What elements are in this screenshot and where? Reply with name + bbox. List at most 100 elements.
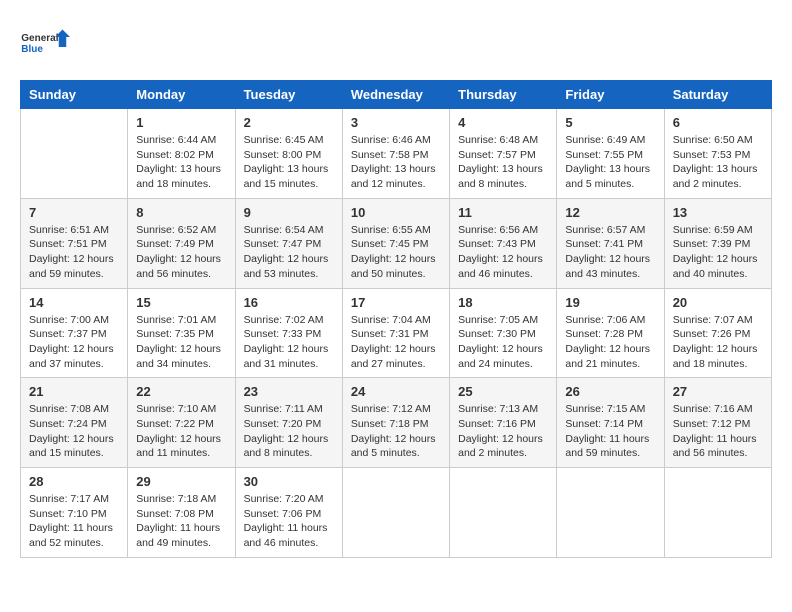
day-number: 25: [458, 384, 548, 399]
day-number: 10: [351, 205, 441, 220]
calendar-cell: 12Sunrise: 6:57 AMSunset: 7:41 PMDayligh…: [557, 198, 664, 288]
day-number: 22: [136, 384, 226, 399]
day-info: Sunrise: 7:11 AMSunset: 7:20 PMDaylight:…: [244, 402, 334, 461]
page-header: General Blue: [20, 20, 772, 64]
day-of-week-header: Wednesday: [342, 81, 449, 109]
day-info: Sunrise: 6:49 AMSunset: 7:55 PMDaylight:…: [565, 133, 655, 192]
calendar-table: SundayMondayTuesdayWednesdayThursdayFrid…: [20, 80, 772, 558]
calendar-cell: 18 Sunrise: 7:05 AMSunset: 7:30 PMDayligh…: [450, 288, 557, 378]
day-number: 20: [673, 295, 763, 310]
calendar-cell: 19 Sunrise: 7:06 AMSunset: 7:28 PMDayligh…: [557, 288, 664, 378]
logo: General Blue: [20, 20, 70, 64]
day-info: Sunrise: 6:50 AMSunset: 7:53 PMDaylight:…: [673, 133, 763, 192]
day-number: 30: [244, 474, 334, 489]
calendar-cell: 22Sunrise: 7:10 AMSunset: 7:22 PMDayligh…: [128, 378, 235, 468]
day-info: Sunrise: 7:06 AMSunset: 7:28 PMDaylight:…: [565, 313, 655, 372]
day-number: 14: [29, 295, 119, 310]
day-info: Sunrise: 6:45 AMSunset: 8:00 PMDaylight:…: [244, 133, 334, 192]
day-info: Sunrise: 6:56 AMSunset: 7:43 PMDaylight:…: [458, 223, 548, 282]
day-info: Sunrise: 7:18 AMSunset: 7:08 PMDaylight:…: [136, 492, 226, 551]
day-number: 27: [673, 384, 763, 399]
calendar-cell: 25 Sunrise: 7:13 AMSunset: 7:16 PMDayligh…: [450, 378, 557, 468]
calendar-cell: 30 Sunrise: 7:20 AMSunset: 7:06 PMDayligh…: [235, 468, 342, 558]
day-number: 17: [351, 295, 441, 310]
day-info: Sunrise: 7:04 AMSunset: 7:31 PMDaylight:…: [351, 313, 441, 372]
day-number: 23: [244, 384, 334, 399]
day-number: 24: [351, 384, 441, 399]
day-of-week-header: Thursday: [450, 81, 557, 109]
day-info: Sunrise: 7:17 AMSunset: 7:10 PMDaylight:…: [29, 492, 119, 551]
day-number: 4: [458, 115, 548, 130]
day-info: Sunrise: 7:20 AMSunset: 7:06 PMDaylight:…: [244, 492, 334, 551]
day-number: 8: [136, 205, 226, 220]
day-number: 11: [458, 205, 548, 220]
calendar-cell: 26 Sunrise: 7:15 AMSunset: 7:14 PMDayligh…: [557, 378, 664, 468]
day-number: 15: [136, 295, 226, 310]
day-info: Sunrise: 6:55 AMSunset: 7:45 PMDaylight:…: [351, 223, 441, 282]
calendar-cell: 3 Sunrise: 6:46 AMSunset: 7:58 PMDaylight…: [342, 109, 449, 199]
day-number: 18: [458, 295, 548, 310]
day-info: Sunrise: 7:13 AMSunset: 7:16 PMDaylight:…: [458, 402, 548, 461]
calendar-cell: 21 Sunrise: 7:08 AMSunset: 7:24 PMDayligh…: [21, 378, 128, 468]
day-info: Sunrise: 7:02 AMSunset: 7:33 PMDaylight:…: [244, 313, 334, 372]
day-number: 21: [29, 384, 119, 399]
day-number: 3: [351, 115, 441, 130]
day-number: 13: [673, 205, 763, 220]
day-number: 28: [29, 474, 119, 489]
day-info: Sunrise: 6:46 AMSunset: 7:58 PMDaylight:…: [351, 133, 441, 192]
day-of-week-header: Saturday: [664, 81, 771, 109]
day-info: Sunrise: 7:12 AMSunset: 7:18 PMDaylight:…: [351, 402, 441, 461]
calendar-cell: 20 Sunrise: 7:07 AMSunset: 7:26 PMDayligh…: [664, 288, 771, 378]
calendar-week-row: 28 Sunrise: 7:17 AMSunset: 7:10 PMDayligh…: [21, 468, 772, 558]
day-info: Sunrise: 6:52 AMSunset: 7:49 PMDaylight:…: [136, 223, 226, 282]
calendar-cell: 10 Sunrise: 6:55 AMSunset: 7:45 PMDayligh…: [342, 198, 449, 288]
day-number: 9: [244, 205, 334, 220]
day-info: Sunrise: 6:54 AMSunset: 7:47 PMDaylight:…: [244, 223, 334, 282]
calendar-cell: [450, 468, 557, 558]
calendar-week-row: 21 Sunrise: 7:08 AMSunset: 7:24 PMDayligh…: [21, 378, 772, 468]
day-info: Sunrise: 7:08 AMSunset: 7:24 PMDaylight:…: [29, 402, 119, 461]
calendar-cell: 16 Sunrise: 7:02 AMSunset: 7:33 PMDayligh…: [235, 288, 342, 378]
day-number: 26: [565, 384, 655, 399]
day-number: 5: [565, 115, 655, 130]
calendar-cell: [664, 468, 771, 558]
day-number: 7: [29, 205, 119, 220]
calendar-cell: 6 Sunrise: 6:50 AMSunset: 7:53 PMDaylight…: [664, 109, 771, 199]
day-number: 6: [673, 115, 763, 130]
calendar-cell: [557, 468, 664, 558]
day-info: Sunrise: 7:01 AMSunset: 7:35 PMDaylight:…: [136, 313, 226, 372]
calendar-cell: 9 Sunrise: 6:54 AMSunset: 7:47 PMDaylight…: [235, 198, 342, 288]
calendar-cell: 15 Sunrise: 7:01 AMSunset: 7:35 PMDayligh…: [128, 288, 235, 378]
day-info: Sunrise: 6:48 AMSunset: 7:57 PMDaylight:…: [458, 133, 548, 192]
calendar-week-row: 1Sunrise: 6:44 AMSunset: 8:02 PMDaylight…: [21, 109, 772, 199]
logo-svg: General Blue: [20, 20, 70, 64]
day-info: Sunrise: 7:07 AMSunset: 7:26 PMDaylight:…: [673, 313, 763, 372]
day-info: Sunrise: 6:59 AMSunset: 7:39 PMDaylight:…: [673, 223, 763, 282]
day-of-week-header: Friday: [557, 81, 664, 109]
day-number: 16: [244, 295, 334, 310]
calendar-cell: [21, 109, 128, 199]
calendar-cell: 1Sunrise: 6:44 AMSunset: 8:02 PMDaylight…: [128, 109, 235, 199]
svg-text:General: General: [21, 33, 58, 44]
calendar-week-row: 14 Sunrise: 7:00 AMSunset: 7:37 PMDayligh…: [21, 288, 772, 378]
calendar-cell: 24 Sunrise: 7:12 AMSunset: 7:18 PMDayligh…: [342, 378, 449, 468]
day-info: Sunrise: 7:00 AMSunset: 7:37 PMDaylight:…: [29, 313, 119, 372]
calendar-cell: 7 Sunrise: 6:51 AMSunset: 7:51 PMDaylight…: [21, 198, 128, 288]
calendar-cell: 27Sunrise: 7:16 AMSunset: 7:12 PMDayligh…: [664, 378, 771, 468]
calendar-cell: 11 Sunrise: 6:56 AMSunset: 7:43 PMDayligh…: [450, 198, 557, 288]
calendar-cell: 5 Sunrise: 6:49 AMSunset: 7:55 PMDaylight…: [557, 109, 664, 199]
calendar-cell: 17 Sunrise: 7:04 AMSunset: 7:31 PMDayligh…: [342, 288, 449, 378]
day-of-week-header: Monday: [128, 81, 235, 109]
calendar-cell: 8 Sunrise: 6:52 AMSunset: 7:49 PMDaylight…: [128, 198, 235, 288]
svg-text:Blue: Blue: [21, 44, 43, 55]
calendar-cell: [342, 468, 449, 558]
day-number: 29: [136, 474, 226, 489]
day-number: 19: [565, 295, 655, 310]
day-info: Sunrise: 6:44 AMSunset: 8:02 PMDaylight:…: [136, 133, 226, 192]
day-info: Sunrise: 7:15 AMSunset: 7:14 PMDaylight:…: [565, 402, 655, 461]
calendar-cell: 13 Sunrise: 6:59 AMSunset: 7:39 PMDayligh…: [664, 198, 771, 288]
day-info: Sunrise: 7:05 AMSunset: 7:30 PMDaylight:…: [458, 313, 548, 372]
day-info: Sunrise: 6:51 AMSunset: 7:51 PMDaylight:…: [29, 223, 119, 282]
calendar-header-row: SundayMondayTuesdayWednesdayThursdayFrid…: [21, 81, 772, 109]
calendar-cell: 23 Sunrise: 7:11 AMSunset: 7:20 PMDayligh…: [235, 378, 342, 468]
